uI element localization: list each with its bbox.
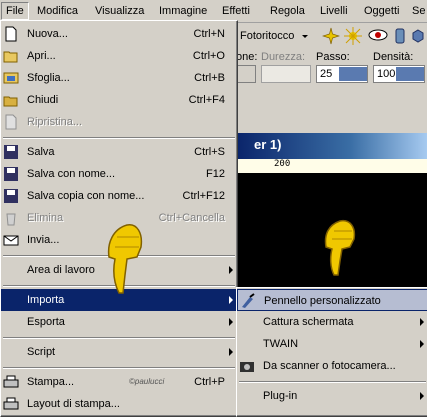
menu-item-salva-con-nome[interactable]: Salva con nome... F12 — [1, 163, 237, 185]
submenu-arrow-icon — [229, 266, 233, 274]
option-label-step: Passo: — [316, 51, 350, 63]
browse-icon — [3, 72, 19, 84]
menu-separator — [3, 337, 235, 339]
new-document-icon — [5, 26, 17, 42]
menu-item-stampa[interactable]: Stampa... Ctrl+P — [1, 371, 237, 393]
print-layout-icon — [3, 397, 19, 410]
toolbar: Fotoritocco — [236, 23, 427, 49]
menu-oggetti[interactable]: Oggetti — [360, 3, 403, 19]
tool-options: one: Durezza: Passo: Densità: 25 100 — [236, 49, 427, 89]
menu-item-da-scanner[interactable]: Da scanner o fotocamera... — [237, 355, 427, 377]
menu-item-twain[interactable]: TWAIN — [237, 333, 427, 355]
tool-dropdown-label[interactable]: Fotoritocco — [240, 30, 294, 42]
submenu-arrow-icon — [420, 318, 424, 326]
file-menu: Nuova... Ctrl+N Apri... Ctrl+O Sfoglia..… — [0, 20, 238, 417]
close-folder-icon — [3, 96, 18, 107]
hardness-field — [261, 65, 311, 83]
red-eye-icon[interactable] — [368, 28, 388, 42]
density-up-down-icon[interactable] — [396, 67, 410, 81]
step-value: 25 — [320, 68, 333, 80]
menu-item-nuova[interactable]: Nuova... Ctrl+N — [1, 23, 237, 45]
step-up-down-icon[interactable] — [339, 67, 353, 81]
send-icon — [3, 235, 19, 246]
menu-regola[interactable]: Regola — [266, 3, 309, 19]
image-canvas[interactable] — [236, 173, 427, 288]
brush-icon — [242, 293, 255, 308]
menu-separator — [3, 137, 235, 139]
step-field[interactable]: 25 — [316, 65, 368, 83]
submenu-arrow-icon — [229, 296, 233, 304]
menu-item-layout-di-stampa[interactable]: Layout di stampa... — [1, 393, 237, 415]
menu-item-script[interactable]: Script — [1, 341, 237, 363]
menu-item-pennello-personalizzato[interactable]: Pennello personalizzato — [237, 289, 427, 311]
menu-separator — [239, 381, 426, 383]
trash-icon — [6, 213, 16, 226]
save-as-icon — [4, 167, 18, 181]
shape-spinner[interactable] — [236, 65, 256, 83]
sparkle-tool-icon[interactable] — [322, 27, 340, 45]
pointing-hand-icon — [324, 219, 356, 276]
menu-item-apri[interactable]: Apri... Ctrl+O — [1, 45, 237, 67]
menu-item-chiudi[interactable]: Chiudi Ctrl+F4 — [1, 89, 237, 111]
ruler-label: 200 — [274, 159, 291, 169]
submenu-arrow-icon — [420, 392, 424, 400]
import-submenu: Pennello personalizzato Cattura schermat… — [236, 287, 427, 417]
option-label-density: Densità: — [373, 51, 414, 63]
menu-item-esporta[interactable]: Esporta — [1, 311, 237, 333]
burst-tool-icon[interactable] — [344, 27, 362, 45]
menu-item-plug-in[interactable]: Plug-in — [237, 385, 427, 407]
menu-separator — [3, 367, 235, 369]
menu-item-salva-copia[interactable]: Salva copia con nome... Ctrl+F12 — [1, 185, 237, 207]
pointing-hand-icon — [107, 224, 143, 294]
submenu-arrow-icon — [229, 318, 233, 326]
submenu-arrow-icon — [420, 340, 424, 348]
watermark-text: ©paulucci — [129, 377, 165, 386]
menu-item-ripristina[interactable]: Ripristina... — [1, 111, 237, 133]
density-dropdown-icon[interactable] — [410, 67, 424, 81]
camera-icon — [240, 362, 254, 372]
save-copy-icon — [4, 189, 18, 203]
revert-icon — [5, 114, 17, 130]
print-icon — [3, 375, 19, 388]
save-icon — [4, 145, 18, 159]
menu-item-salva[interactable]: Salva Ctrl+S — [1, 141, 237, 163]
lock-tool-icon[interactable] — [412, 29, 424, 43]
density-field[interactable]: 100 — [373, 65, 425, 83]
submenu-arrow-icon — [229, 348, 233, 356]
menu-livelli[interactable]: Livelli — [316, 3, 352, 19]
step-dropdown-icon[interactable] — [353, 67, 367, 81]
menu-item-cattura-schermata[interactable]: Cattura schermata — [237, 311, 427, 333]
menu-file[interactable]: File — [1, 2, 29, 20]
option-label-shape: one: — [236, 51, 258, 63]
density-value: 100 — [377, 68, 396, 80]
menu-effetti[interactable]: Effetti — [218, 3, 254, 19]
horizontal-ruler: 200 — [236, 159, 427, 174]
option-label-hardness: Durezza: — [261, 51, 306, 63]
dropper-icon[interactable] — [392, 27, 408, 45]
image-window-title: er 1) — [254, 137, 282, 152]
menu-immagine[interactable]: Immagine — [155, 3, 211, 19]
menu-visualizza[interactable]: Visualizza — [91, 3, 148, 19]
menu-item-sfoglia[interactable]: Sfoglia... Ctrl+B — [1, 67, 237, 89]
chevron-down-icon[interactable] — [302, 35, 308, 38]
menu-se[interactable]: Se — [408, 3, 427, 19]
menu-modifica[interactable]: Modifica — [33, 3, 82, 19]
open-folder-icon — [3, 51, 18, 63]
